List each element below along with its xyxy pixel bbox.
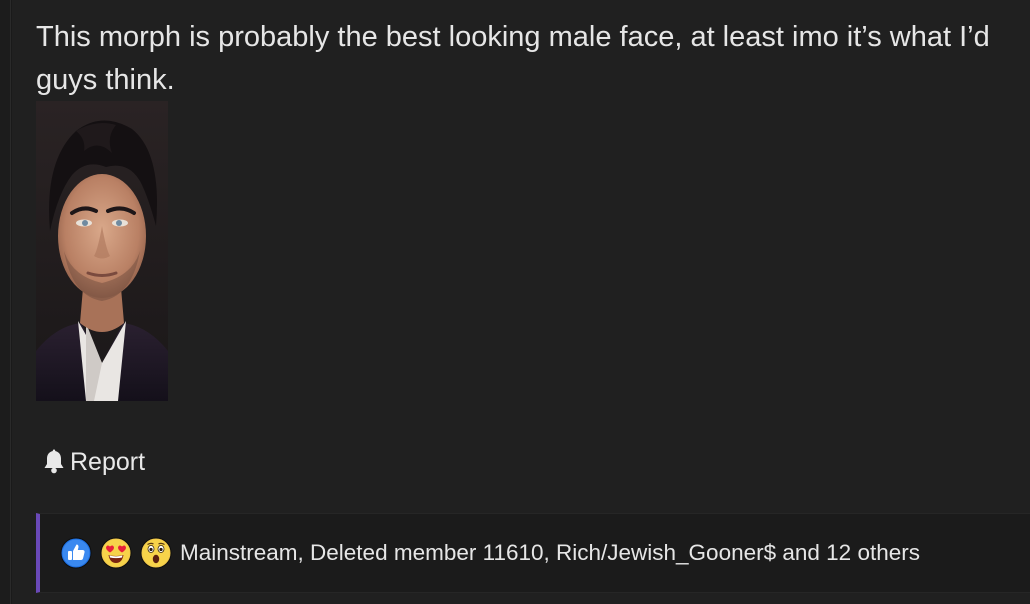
post-container: This morph is probably the best looking … xyxy=(12,0,1030,604)
post-body-text: This morph is probably the best looking … xyxy=(36,16,1030,102)
morph-face-image xyxy=(36,101,168,401)
wow-icon[interactable] xyxy=(140,537,172,569)
reaction-icons xyxy=(60,537,172,569)
reactions-bar: Mainstream, Deleted member 11610, Rich/J… xyxy=(36,513,1030,593)
bell-icon xyxy=(44,449,64,474)
reaction-summary-link[interactable]: Mainstream, Deleted member 11610, Rich/J… xyxy=(180,540,920,566)
post-text-line-2: guys think. xyxy=(36,64,175,96)
report-label: Report xyxy=(70,447,146,476)
love-icon[interactable] xyxy=(100,537,132,569)
post-attachment-image[interactable] xyxy=(36,101,168,401)
report-button[interactable]: Report xyxy=(42,446,145,478)
post-text-line-1: This morph is probably the best looking … xyxy=(36,21,990,53)
like-icon[interactable] xyxy=(60,537,92,569)
left-gutter xyxy=(0,0,11,604)
